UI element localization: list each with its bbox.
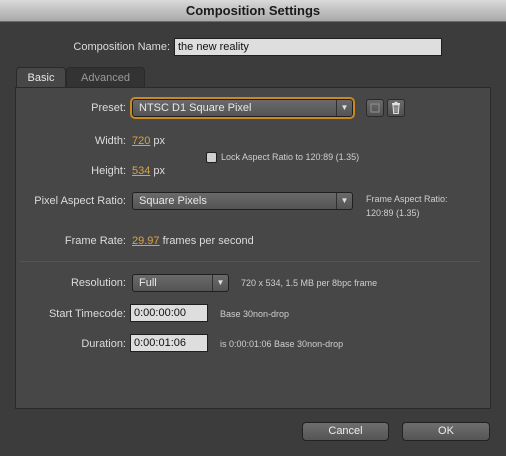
frame-aspect-label: Frame Aspect Ratio: (366, 194, 448, 204)
window-title: Composition Settings (0, 0, 506, 22)
width-unit: px (153, 135, 166, 147)
resolution-select[interactable]: Full ▼ (132, 274, 229, 292)
pixel-aspect-label: Pixel Aspect Ratio: (34, 195, 126, 207)
pixel-aspect-value: Square Pixels (139, 195, 207, 207)
trash-icon (392, 101, 400, 115)
save-preset-icon (370, 103, 380, 113)
height-value[interactable]: 534 (132, 165, 150, 177)
frame-aspect-value: 120:89 (1.35) (366, 208, 420, 218)
cancel-button[interactable]: Cancel (302, 422, 389, 441)
preset-select[interactable]: NTSC D1 Square Pixel ▼ (130, 97, 355, 119)
duration-label: Duration: (81, 338, 126, 350)
frame-rate-value[interactable]: 29.97 (132, 235, 160, 247)
resolution-label: Resolution: (70, 277, 126, 289)
comp-name-input[interactable]: the new reality (174, 38, 442, 56)
lock-aspect-label: Lock Aspect Ratio to 120:89 (1.35) (221, 152, 360, 162)
height-label: Height: (91, 165, 126, 177)
frame-rate-label: Frame Rate: (64, 235, 126, 247)
frame-rate-row: 29.97 frames per second (132, 235, 254, 247)
duration-input[interactable]: 0:00:01:06 (130, 334, 208, 352)
pixel-aspect-select[interactable]: Square Pixels ▼ (132, 192, 353, 210)
comp-name-label: Composition Name: (73, 41, 170, 53)
start-timecode-input[interactable]: 0:00:00:00 (130, 304, 208, 322)
width-value-row: 720 px (132, 135, 165, 147)
start-timecode-label: Start Timecode: (48, 308, 126, 320)
start-timecode-info: Base 30non-drop (220, 309, 290, 319)
delete-preset-button[interactable] (387, 99, 405, 117)
preset-value: NTSC D1 Square Pixel (139, 102, 252, 114)
chevron-down-icon: ▼ (212, 275, 228, 291)
chevron-down-icon: ▼ (336, 100, 352, 116)
tab-advanced[interactable]: Advanced (66, 67, 145, 89)
width-value[interactable]: 720 (132, 135, 150, 147)
lock-aspect-checkbox[interactable] (206, 152, 217, 163)
duration-info: is 0:00:01:06 Base 30non-drop (220, 339, 344, 349)
height-value-row: 534 px (132, 165, 165, 177)
width-label: Width: (94, 135, 126, 147)
preset-label: Preset: (91, 102, 126, 114)
section-divider (20, 261, 480, 262)
save-preset-button[interactable] (366, 99, 384, 117)
resolution-value: Full (139, 277, 157, 289)
height-unit: px (153, 165, 166, 177)
chevron-down-icon: ▼ (336, 193, 352, 209)
tab-basic[interactable]: Basic (16, 67, 66, 89)
resolution-info: 720 x 534, 1.5 MB per 8bpc frame (241, 278, 378, 288)
frame-rate-unit: frames per second (162, 235, 254, 247)
ok-button[interactable]: OK (402, 422, 490, 441)
